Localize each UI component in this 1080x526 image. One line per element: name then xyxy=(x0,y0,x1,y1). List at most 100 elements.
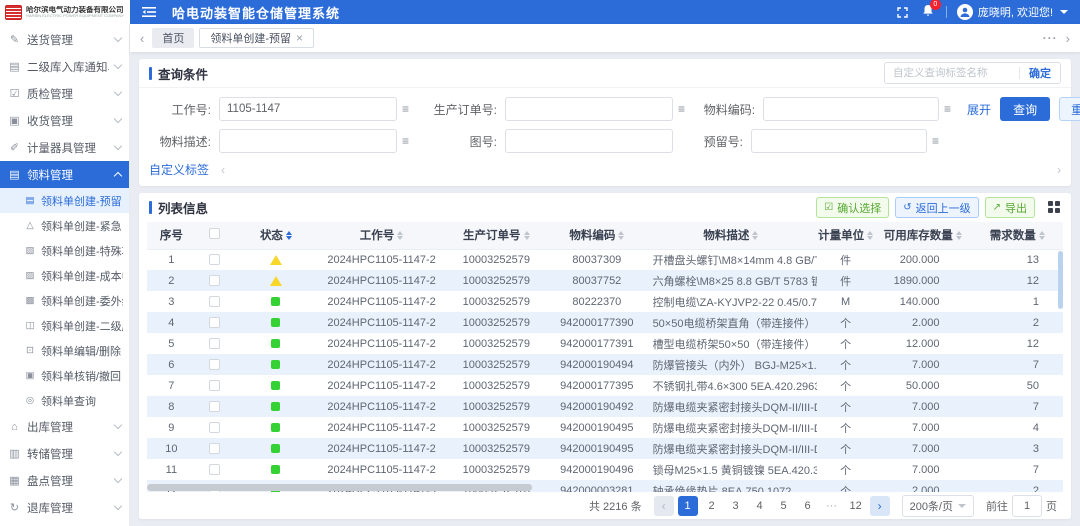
tabs-more-button[interactable]: ··· xyxy=(1043,31,1058,45)
row-checkbox[interactable] xyxy=(209,380,220,391)
column-header-status[interactable]: 状态 xyxy=(232,222,319,249)
filter-icon[interactable]: ≡ xyxy=(402,103,409,115)
sidebar-collapse-icon[interactable] xyxy=(142,6,156,18)
confirm-selection-button[interactable]: ☑确认选择 xyxy=(816,197,889,218)
sidebar-item-measuring-tools[interactable]: ✐计量器具管理 xyxy=(0,134,129,161)
column-header-unit[interactable]: 计量单位 xyxy=(817,222,874,249)
sort-icon[interactable] xyxy=(867,231,873,240)
material-desc-input[interactable] xyxy=(219,129,397,153)
tabs-scroll-right-icon[interactable]: › xyxy=(1066,32,1070,45)
list-actions: ☑确认选择 ↺返回上一级 ↗导出 xyxy=(816,197,1061,218)
column-header-material_desc[interactable]: 物料描述 xyxy=(645,222,818,249)
page-size-select[interactable]: 200条/页 xyxy=(902,495,974,517)
sidebar-item-outbound[interactable]: ⌂出库管理 xyxy=(0,413,129,440)
row-checkbox[interactable] xyxy=(209,338,220,349)
drawing-no-input[interactable] xyxy=(505,129,673,153)
sidebar-subitem[interactable]: ▨领料单创建-成本中心 xyxy=(0,263,129,288)
horizontal-scrollbar-thumb[interactable] xyxy=(147,484,532,491)
column-header-work_no[interactable]: 工作号 xyxy=(320,222,444,249)
custom-tag-link[interactable]: 自定义标签 xyxy=(149,161,209,178)
back-to-previous-button[interactable]: ↺返回上一级 xyxy=(895,197,978,218)
custom-tag-name-input[interactable] xyxy=(893,67,1019,79)
column-header-order_no[interactable]: 生产订单号 xyxy=(444,222,550,249)
sort-icon[interactable] xyxy=(286,231,292,240)
expand-link[interactable]: 展开 xyxy=(967,101,991,118)
sidebar-subitem[interactable]: △领料单创建-紧急 xyxy=(0,213,129,238)
column-header-demand_qty[interactable]: 需求数量 xyxy=(972,222,1063,249)
row-checkbox[interactable] xyxy=(209,359,220,370)
sort-icon[interactable] xyxy=(618,231,624,240)
sidebar-item-transfer[interactable]: ▥转储管理 xyxy=(0,440,129,467)
sort-icon[interactable] xyxy=(397,231,403,240)
next-page-button[interactable]: › xyxy=(870,496,890,516)
work-no-input[interactable] xyxy=(219,97,397,121)
notification-bell-icon[interactable]: 0 xyxy=(922,4,934,20)
select-all-checkbox[interactable] xyxy=(209,228,220,239)
filter-icon[interactable]: ≡ xyxy=(402,135,409,147)
reserve-no-input[interactable] xyxy=(751,129,927,153)
row-checkbox[interactable] xyxy=(209,296,220,307)
prev-page-button[interactable]: ‹ xyxy=(654,496,674,516)
sidebar-subitem[interactable]: ▧领料单创建-特殊项目 xyxy=(0,238,129,263)
sidebar-item-stocktake[interactable]: ▦盘点管理 xyxy=(0,467,129,494)
tags-scroll-left-icon[interactable]: ‹ xyxy=(221,163,225,177)
search-button[interactable]: 查询 xyxy=(1000,97,1050,121)
confirm-tag-button[interactable]: 确定 xyxy=(1020,65,1060,81)
filter-icon[interactable]: ≡ xyxy=(944,103,951,115)
sort-icon[interactable] xyxy=(524,231,530,240)
column-header-available_qty[interactable]: 可用库存数量 xyxy=(874,222,971,249)
sidebar-subitem[interactable]: ▩领料单创建-委外组件 xyxy=(0,288,129,313)
production-order-no-input[interactable] xyxy=(505,97,673,121)
row-checkbox[interactable] xyxy=(209,401,220,412)
page-number[interactable]: 6 xyxy=(798,496,818,516)
sidebar-item-delivery[interactable]: ✎送货管理 xyxy=(0,26,129,53)
column-settings-icon[interactable] xyxy=(1048,201,1061,214)
row-checkbox[interactable] xyxy=(209,464,220,475)
column-header-material_code[interactable]: 物料编码 xyxy=(549,222,644,249)
page-number[interactable]: 1 xyxy=(678,496,698,516)
material-code-input[interactable] xyxy=(763,97,939,121)
page-number[interactable]: 4 xyxy=(750,496,770,516)
page-number[interactable]: 12 xyxy=(846,496,866,516)
row-checkbox[interactable] xyxy=(209,275,220,286)
sidebar-subitem[interactable]: ◎领料单查询 xyxy=(0,388,129,413)
sidebar-subitem[interactable]: ◫领料单创建-二级库 xyxy=(0,313,129,338)
sort-icon[interactable] xyxy=(956,231,962,240)
close-tab-icon[interactable]: × xyxy=(296,32,303,44)
tab-home[interactable]: 首页 xyxy=(152,28,194,48)
page-number[interactable]: 2 xyxy=(702,496,722,516)
reset-button[interactable]: 重置 xyxy=(1059,97,1080,121)
row-checkbox[interactable] xyxy=(209,422,220,433)
sidebar-subitem[interactable]: ⊡领料单编辑/删除 xyxy=(0,338,129,363)
row-checkbox[interactable] xyxy=(209,443,220,454)
sidebar-item-secondary-inbound-notice[interactable]: ▤二级库入库通知单 xyxy=(0,53,129,80)
export-button[interactable]: ↗导出 xyxy=(985,197,1035,218)
user-menu[interactable]: 庞晓明, 欢迎您! xyxy=(957,4,1068,20)
tabs-list: 首页领料单创建-预留× xyxy=(152,28,314,48)
row-checkbox[interactable] xyxy=(209,317,220,328)
row-checkbox[interactable] xyxy=(209,254,220,265)
status-warning-icon xyxy=(270,276,282,286)
sidebar-item-quality[interactable]: ☑质检管理 xyxy=(0,80,129,107)
table-row: 102024HPC1105-1147-210003252579942000190… xyxy=(147,438,1063,459)
sidebar-subitem[interactable]: ▤领料单创建-预留 xyxy=(0,188,129,213)
goto-page-input[interactable] xyxy=(1012,495,1042,517)
query-form-row: 物料描述:≡图号:预留号:≡ xyxy=(149,129,1061,153)
vertical-scrollbar[interactable] xyxy=(1058,251,1063,309)
table-row: 62024HPC1105-1147-2100032525799420001904… xyxy=(147,354,1063,375)
tab-requisition-reserve[interactable]: 领料单创建-预留× xyxy=(199,28,314,48)
page-number[interactable]: 3 xyxy=(726,496,746,516)
sidebar-item-requisition[interactable]: ▤领料管理 xyxy=(0,161,129,188)
filter-icon[interactable]: ≡ xyxy=(932,135,939,147)
sidebar-item-receiving[interactable]: ▣收货管理 xyxy=(0,107,129,134)
fullscreen-icon[interactable] xyxy=(897,7,908,18)
tabs-scroll-left-icon[interactable]: ‹ xyxy=(140,32,144,45)
column-header-inner: 物料描述 xyxy=(703,227,758,243)
page-number[interactable]: 5 xyxy=(774,496,794,516)
sidebar-item-return[interactable]: ↻退库管理 xyxy=(0,494,129,521)
sort-icon[interactable] xyxy=(1039,231,1045,240)
tags-scroll-right-icon[interactable]: › xyxy=(1057,163,1061,177)
sort-icon[interactable] xyxy=(752,231,758,240)
filter-icon[interactable]: ≡ xyxy=(678,103,685,115)
sidebar-subitem[interactable]: ▣领料单核销/撤回 xyxy=(0,363,129,388)
